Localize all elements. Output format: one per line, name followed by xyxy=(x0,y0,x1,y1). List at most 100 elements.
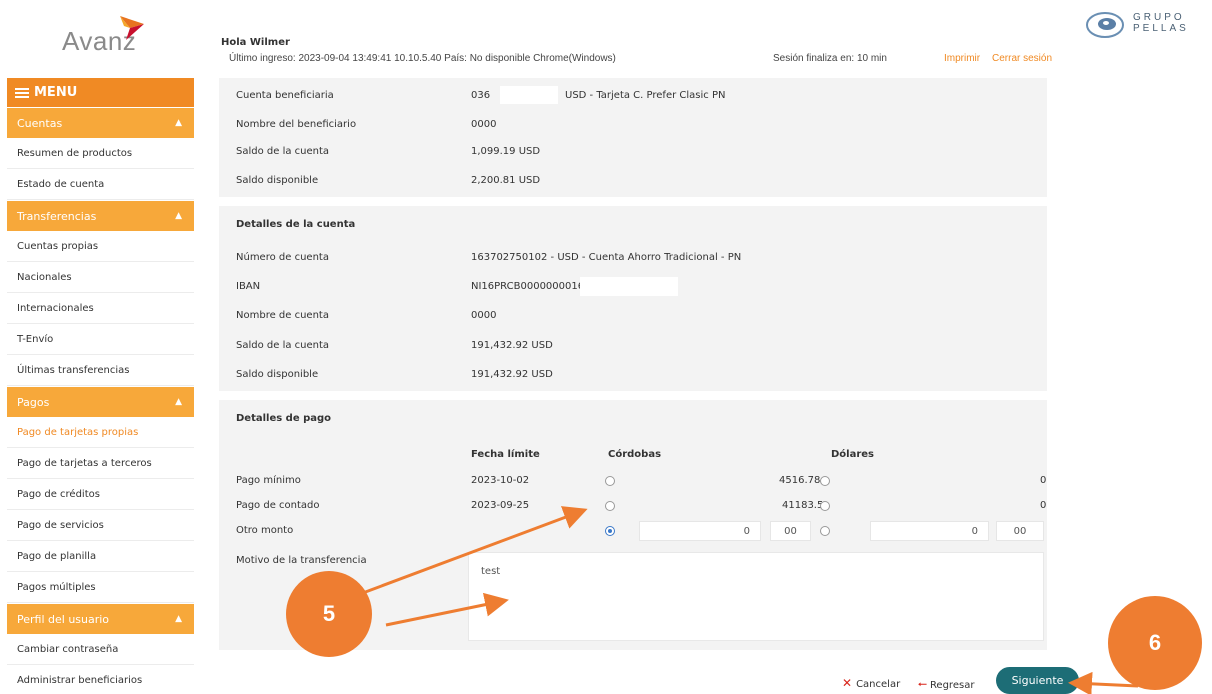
hamburger-icon xyxy=(15,86,29,100)
payment-due-date: 2023-10-02 xyxy=(471,475,530,486)
sidebar-item-administrar-beneficiarios[interactable]: Administrar beneficiarios xyxy=(7,665,194,694)
field-label: Cuenta beneficiaria xyxy=(236,90,334,101)
back-label: Regresar xyxy=(929,680,975,691)
session-timer: Sesión finaliza en: 10 min xyxy=(773,53,887,64)
other-amount-cordobas-cents-input[interactable]: 00 xyxy=(770,521,811,541)
grupo-pellas-mark-icon xyxy=(1086,12,1124,38)
sidebar-item-pago-de-tarjetas-a-terceros[interactable]: Pago de tarjetas a terceros xyxy=(7,448,194,479)
menu-toggle[interactable]: MENU xyxy=(7,78,194,107)
field-label: Número de cuenta xyxy=(236,252,329,263)
sidebar-section-pagos[interactable]: Pagos ▲ xyxy=(7,386,194,417)
field-label: Saldo disponible xyxy=(236,369,319,380)
field-value: 191,432.92 USD xyxy=(471,369,553,380)
step-6-annotation: 6 xyxy=(1108,596,1202,690)
avanz-logo[interactable]: Avanz xyxy=(60,14,150,56)
section-title: Detalles de pago xyxy=(236,413,332,424)
cancel-button[interactable]: ✕ Cancelar xyxy=(842,676,900,690)
field-label: IBAN xyxy=(236,281,261,292)
amount-dolares: 0 xyxy=(1040,475,1047,486)
next-button[interactable]: Siguiente xyxy=(996,667,1079,694)
other-amount-cordobas-input[interactable]: 0 xyxy=(639,521,761,541)
sidebar-section-cuentas[interactable]: Cuentas ▲ xyxy=(7,107,194,138)
menu-label: MENU xyxy=(34,85,78,100)
cancel-label: Cancelar xyxy=(856,679,901,690)
sidebar-item-resumen-de-productos[interactable]: Resumen de productos xyxy=(7,138,194,169)
amount-cordobas: 4516.78 xyxy=(779,475,821,486)
field-label: Saldo de la cuenta xyxy=(236,340,330,351)
sidebar-item-t-envio[interactable]: T-Envío xyxy=(7,324,194,355)
beneficiary-account-suffix: USD - Tarjeta C. Prefer Clasic PN xyxy=(565,90,726,101)
payment-option-label: Pago mínimo xyxy=(236,475,301,486)
reason-textarea[interactable]: test xyxy=(468,552,1044,641)
redacted-block xyxy=(500,86,558,104)
radio-other-cordobas[interactable] xyxy=(605,526,615,536)
greeting: Hola Wilmer xyxy=(221,37,290,48)
section-label: Transferencias xyxy=(17,209,97,223)
sidebar-section-transferencias[interactable]: Transferencias ▲ xyxy=(7,200,194,231)
other-amount-dolares-cents-input[interactable]: 00 xyxy=(996,521,1044,541)
payment-option-label: Pago de contado xyxy=(236,500,320,511)
other-amount-dolares-input[interactable]: 0 xyxy=(870,521,989,541)
page: Avanz GRUPO PELLAS Hola Wilmer Último in… xyxy=(0,0,1212,694)
sidebar-item-nacionales[interactable]: Nacionales xyxy=(7,262,194,293)
section-label: Cuentas xyxy=(17,116,63,130)
sidebar-section-perfil-del-usuario[interactable]: Perfil del usuario ▲ xyxy=(7,603,194,634)
column-header-dolares: Dólares xyxy=(831,449,875,460)
radio-minimum-dolares[interactable] xyxy=(820,476,830,486)
grupo-pellas-logo: GRUPO PELLAS xyxy=(1085,10,1200,42)
sidebar-item-estado-de-cuenta[interactable]: Estado de cuenta xyxy=(7,169,194,200)
radio-minimum-cordobas[interactable] xyxy=(605,476,615,486)
field-label: Saldo disponible xyxy=(236,175,319,186)
section-title: Detalles de la cuenta xyxy=(236,219,356,230)
field-value: NI16PRCB0000000016 xyxy=(471,281,585,292)
amount-dolares: 0 xyxy=(1040,500,1047,511)
account-details-panel: Detalles de la cuenta Número de cuenta 1… xyxy=(219,206,1047,391)
sidebar-item-pago-de-creditos[interactable]: Pago de créditos xyxy=(7,479,194,510)
logo-mark-icon xyxy=(120,16,144,40)
column-header-cordobas: Córdobas xyxy=(608,449,662,460)
chevron-up-icon: ▲ xyxy=(175,118,182,128)
last-login-info: Último ingreso: 2023-09-04 13:49:41 10.1… xyxy=(229,53,616,64)
field-value: 191,432.92 USD xyxy=(471,340,553,351)
close-icon: ✕ xyxy=(842,676,853,690)
payment-due-date: 2023-09-25 xyxy=(471,500,530,511)
section-label: Perfil del usuario xyxy=(17,612,110,626)
reason-label: Motivo de la transferencia xyxy=(236,555,367,566)
logout-link[interactable]: Cerrar sesión xyxy=(992,53,1052,64)
sidebar-item-ultimas-transferencias[interactable]: Últimas transferencias xyxy=(7,355,194,386)
section-label: Pagos xyxy=(17,395,50,409)
arrow-left-icon: 🠀 xyxy=(918,678,927,691)
amount-cordobas: 41183.5 xyxy=(782,500,824,511)
step-5-annotation: 5 xyxy=(286,571,372,657)
sidebar-item-internacionales[interactable]: Internacionales xyxy=(7,293,194,324)
sidebar-item-pagos-multiples[interactable]: Pagos múltiples xyxy=(7,572,194,603)
field-value: 2,200.81 USD xyxy=(471,175,541,186)
beneficiary-panel: Cuenta beneficiaria 036 USD - Tarjeta C.… xyxy=(219,78,1047,197)
sidebar-item-cambiar-contrasena[interactable]: Cambiar contraseña xyxy=(7,634,194,665)
sidebar-item-pago-de-tarjetas-propias[interactable]: Pago de tarjetas propias xyxy=(7,417,194,448)
field-label: Saldo de la cuenta xyxy=(236,146,330,157)
field-value: 1,099.19 USD xyxy=(471,146,541,157)
sidebar-item-cuentas-propias[interactable]: Cuentas propias xyxy=(7,231,194,262)
payment-option-label: Otro monto xyxy=(236,525,294,536)
field-label: Nombre de cuenta xyxy=(236,310,329,321)
radio-full-cordobas[interactable] xyxy=(605,501,615,511)
radio-full-dolares[interactable] xyxy=(820,501,830,511)
radio-other-dolares[interactable] xyxy=(820,526,830,536)
field-value: 163702750102 - USD - Cuenta Ahorro Tradi… xyxy=(471,252,742,263)
chevron-up-icon: ▲ xyxy=(175,614,182,624)
field-value: 0000 xyxy=(471,119,497,130)
field-value: 0000 xyxy=(471,310,497,321)
beneficiary-account-prefix: 036 xyxy=(471,90,491,101)
sidebar: MENU Cuentas ▲ Resumen de productos Esta… xyxy=(7,78,194,694)
sidebar-item-pago-de-servicios[interactable]: Pago de servicios xyxy=(7,510,194,541)
sidebar-item-pago-de-planilla[interactable]: Pago de planilla xyxy=(7,541,194,572)
column-header-date: Fecha límite xyxy=(471,449,540,460)
chevron-up-icon: ▲ xyxy=(175,211,182,221)
print-link[interactable]: Imprimir xyxy=(944,53,980,64)
redacted-block xyxy=(580,277,678,296)
back-button[interactable]: 🠀 Regresar xyxy=(918,676,974,694)
chevron-up-icon: ▲ xyxy=(175,397,182,407)
partner-logo-text: GRUPO PELLAS xyxy=(1133,12,1189,34)
field-label: Nombre del beneficiario xyxy=(236,119,357,130)
